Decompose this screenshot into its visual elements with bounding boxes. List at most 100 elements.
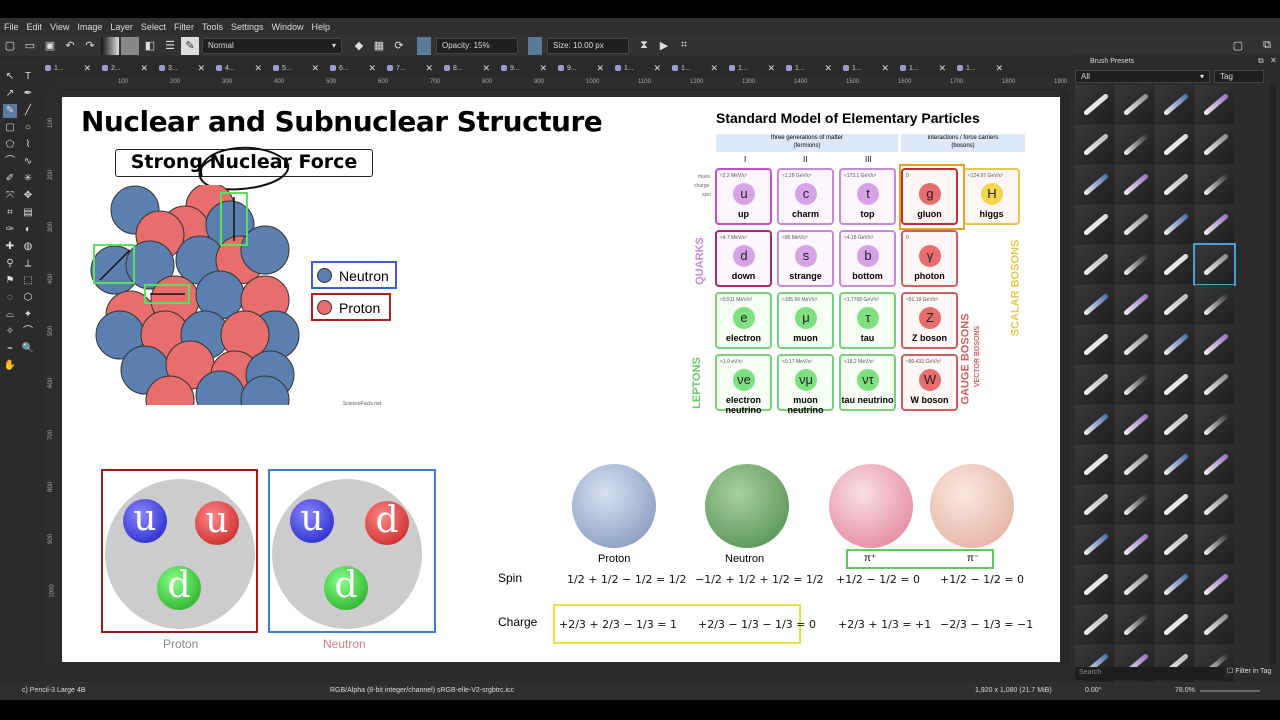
eraser-icon[interactable]: ◆ [350, 37, 368, 55]
brush-preset-thumbnail[interactable] [1075, 85, 1114, 124]
brush-preset-thumbnail[interactable] [1155, 525, 1194, 564]
brush-preset-thumbnail[interactable] [1115, 85, 1154, 124]
contiguous-select-tool-icon[interactable]: ✦ [21, 308, 35, 322]
close-icon[interactable]: ✕ [710, 63, 718, 74]
size-slider[interactable]: Size: 10.00 px [547, 37, 629, 54]
minimize-icon[interactable]: ▢ [1229, 37, 1247, 55]
brush-preset-thumbnail[interactable] [1195, 165, 1234, 204]
close-icon[interactable]: ✕ [767, 63, 775, 74]
close-icon[interactable]: ✕ [881, 63, 889, 74]
brush-preset-thumbnail[interactable] [1195, 445, 1234, 484]
move-tool-icon[interactable]: ✥ [21, 189, 35, 203]
colorize-mask-tool-icon[interactable]: ◐ [21, 223, 35, 237]
color-swatch-icon-2[interactable] [528, 36, 542, 55]
new-document-icon[interactable]: ▢ [1, 37, 19, 55]
document-tab[interactable]: 3... ✕ [154, 60, 211, 77]
brush-preset-thumbnail[interactable] [1195, 85, 1234, 124]
brush-preset-thumbnail[interactable] [1195, 605, 1234, 644]
close-icon[interactable]: ✕ [197, 63, 205, 74]
fill-tool-icon[interactable]: ◍ [21, 240, 35, 254]
brush-preset-thumbnail[interactable] [1115, 405, 1154, 444]
menu-help[interactable]: Help [308, 22, 335, 32]
brush-preset-icon[interactable]: ✎ [181, 36, 199, 55]
brush-preset-thumbnail[interactable] [1155, 165, 1194, 204]
close-icon[interactable]: ✕ [539, 63, 547, 74]
close-icon[interactable]: ✕ [425, 63, 433, 74]
close-icon[interactable]: ✕ [995, 63, 1003, 74]
brush-preset-thumbnail[interactable] [1115, 205, 1154, 244]
menu-file[interactable]: File [0, 22, 23, 32]
reload-icon[interactable]: ⟳ [390, 37, 408, 55]
brush-preset-thumbnail[interactable] [1115, 445, 1154, 484]
document-tab[interactable]: 1... ✕ [667, 60, 724, 77]
close-icon[interactable]: ✕ [140, 63, 148, 74]
document-tab[interactable]: 1... ✕ [40, 60, 97, 77]
pan-tool-icon[interactable]: ✋ [3, 359, 17, 373]
brush-preset-thumbnail[interactable] [1115, 245, 1154, 284]
brush-preset-thumbnail[interactable] [1195, 485, 1234, 524]
brush-preset-thumbnail[interactable] [1075, 445, 1114, 484]
menu-filter[interactable]: Filter [170, 22, 198, 32]
polyline-tool-icon[interactable]: ⌇ [21, 138, 35, 152]
zoom-slider[interactable] [1200, 690, 1260, 692]
brush-preset-thumbnail[interactable] [1075, 245, 1114, 284]
brush-preset-thumbnail[interactable] [1075, 525, 1114, 564]
brush-preset-thumbnail[interactable] [1155, 245, 1194, 284]
close-icon[interactable]: ✕ [938, 63, 946, 74]
menu-tools[interactable]: Tools [198, 22, 227, 32]
brush-preset-thumbnail[interactable] [1195, 205, 1234, 244]
brush-preset-thumbnail[interactable] [1075, 165, 1114, 204]
brush-tool-icon[interactable]: ✎ [3, 104, 17, 118]
document-tab[interactable]: 2... ✕ [97, 60, 154, 77]
measure-tool-icon[interactable]: ⟂ [21, 257, 35, 271]
brush-preset-thumbnail[interactable] [1075, 205, 1114, 244]
crop-tool-icon[interactable]: ⌗ [3, 206, 17, 220]
dynamic-brush-tool-icon[interactable]: ✐ [3, 172, 17, 186]
brush-preset-thumbnail[interactable] [1155, 405, 1194, 444]
close-icon[interactable]: ✕ [368, 63, 376, 74]
brush-preset-thumbnail[interactable] [1075, 605, 1114, 644]
brush-preset-thumbnail[interactable] [1155, 565, 1194, 604]
close-icon[interactable]: ✕ [596, 63, 604, 74]
reference-tool-icon[interactable]: ⚑ [3, 274, 17, 288]
rect-select-tool-icon[interactable]: ⬚ [21, 274, 35, 288]
brush-preset-thumbnail[interactable] [1155, 125, 1194, 164]
bezier-tool-icon[interactable]: ⌒ [3, 155, 17, 169]
brush-preset-thumbnail[interactable] [1115, 125, 1154, 164]
brush-preset-thumbnail[interactable] [1075, 285, 1114, 324]
zoom-tool-icon[interactable]: 🔍 [21, 342, 35, 356]
mirror-vertical-icon[interactable]: ▶ [655, 37, 673, 55]
gradient-tool-icon[interactable]: ▤ [21, 206, 35, 220]
document-tab[interactable]: 4... ✕ [211, 60, 268, 77]
canvas[interactable]: Nuclear and Subnuclear Structure Strong … [62, 97, 1060, 662]
brush-preset-thumbnail[interactable] [1115, 485, 1154, 524]
brush-preset-thumbnail[interactable] [1195, 565, 1234, 604]
open-folder-icon[interactable]: ▭ [21, 37, 39, 55]
brush-preset-thumbnail[interactable] [1115, 565, 1154, 604]
docker-float-icon[interactable]: ⧉ [1258, 56, 1264, 66]
brush-preset-thumbnail[interactable] [1155, 325, 1194, 364]
magnetic-select-tool-icon[interactable]: ⌁ [3, 342, 17, 356]
save-icon[interactable]: ▣ [41, 37, 59, 55]
brush-preset-thumbnail[interactable] [1075, 365, 1114, 404]
document-tab[interactable]: 9... ✕ [496, 60, 553, 77]
brush-preset-thumbnail[interactable] [1115, 365, 1154, 404]
crop-icon[interactable]: ⌗ [675, 37, 693, 55]
menu-image[interactable]: Image [73, 22, 106, 32]
brush-preset-thumbnail[interactable] [1115, 165, 1154, 204]
close-icon[interactable]: ✕ [254, 63, 262, 74]
alpha-lock-icon[interactable]: ▦ [370, 37, 388, 55]
freehand-select-tool-icon[interactable]: ⌓ [3, 308, 17, 322]
menu-layer[interactable]: Layer [106, 22, 137, 32]
preset-search-input[interactable]: Search [1075, 667, 1225, 680]
brush-preset-thumbnail[interactable] [1075, 565, 1114, 604]
canvas-scrollbar[interactable] [1061, 90, 1069, 664]
status-zoom[interactable]: 78.0% [1175, 687, 1195, 694]
brush-preset-thumbnail[interactable] [1195, 405, 1234, 444]
brush-preset-thumbnail[interactable] [1075, 325, 1114, 364]
transform-tool-icon[interactable]: ⤧ [3, 189, 17, 203]
document-tab[interactable]: 1... ✕ [895, 60, 952, 77]
brush-preset-thumbnail[interactable] [1075, 405, 1114, 444]
menu-edit[interactable]: Edit [23, 22, 47, 32]
menu-window[interactable]: Window [267, 22, 307, 32]
